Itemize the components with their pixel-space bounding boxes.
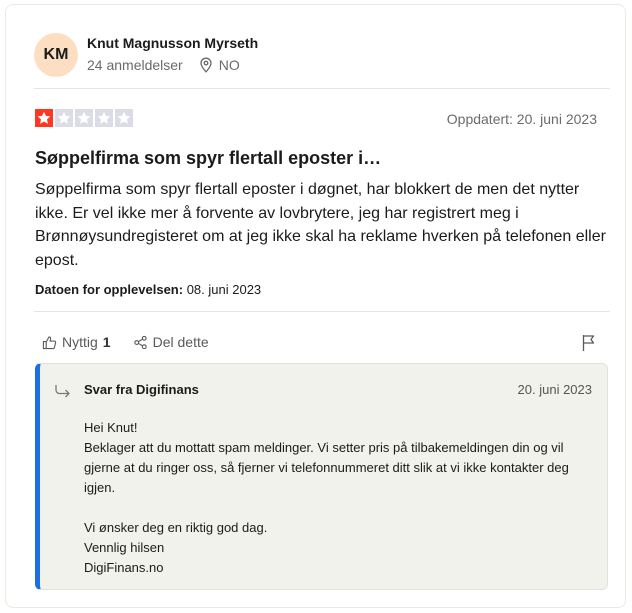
useful-count: 1 (102, 334, 111, 350)
location-pin-icon (200, 57, 212, 73)
company-reply: Svar fra Digifinans 20. juni 2023 Hei Kn… (35, 363, 608, 590)
useful-button[interactable]: Nyttig 1 (42, 334, 111, 350)
share-button[interactable]: Del dette (133, 334, 209, 350)
avatar[interactable]: KM (34, 33, 78, 77)
star-rating (35, 109, 133, 127)
star-icon (95, 109, 113, 127)
flag-icon[interactable] (581, 334, 597, 352)
avatar-initials: KM (43, 46, 69, 63)
share-icon (133, 335, 147, 349)
star-icon (55, 109, 73, 127)
reviewer-country: NO (218, 57, 240, 73)
star-icon (35, 109, 53, 127)
experience-value: 08. juni 2023 (186, 282, 262, 297)
updated-date: Oppdatert: 20. juni 2023 (446, 111, 597, 127)
useful-label: Nyttig (62, 334, 98, 350)
star-icon (115, 109, 133, 127)
thumbs-up-icon (42, 335, 57, 349)
star-icon (75, 109, 93, 127)
review-card: KM Knut Magnusson Myrseth 24 anmeldelser… (5, 4, 626, 608)
reply-arrow-icon (55, 385, 70, 398)
review-count: 24 anmeldelser (87, 57, 183, 73)
reviewer-meta: 24 anmeldelser NO (87, 57, 240, 73)
experience-date: Datoen for opplevelsen: 08. juni 2023 (35, 282, 261, 297)
reply-from: Svar fra Digifinans (84, 382, 199, 397)
review-title[interactable]: Søppelfirma som spyr flertall eposter i… (35, 148, 381, 169)
review-actions: Nyttig 1 Del dette (42, 334, 231, 350)
reply-text: Hei Knut! Beklager att du mottatt spam m… (84, 420, 569, 575)
reply-date: 20. juni 2023 (517, 382, 592, 397)
reviewer-name[interactable]: Knut Magnusson Myrseth (87, 35, 258, 51)
experience-label: Datoen for opplevelsen: (35, 282, 184, 297)
divider (34, 311, 610, 312)
share-label: Del dette (152, 334, 209, 350)
review-body: Søppelfirma som spyr flertall eposter i … (35, 181, 606, 269)
divider (34, 88, 610, 89)
